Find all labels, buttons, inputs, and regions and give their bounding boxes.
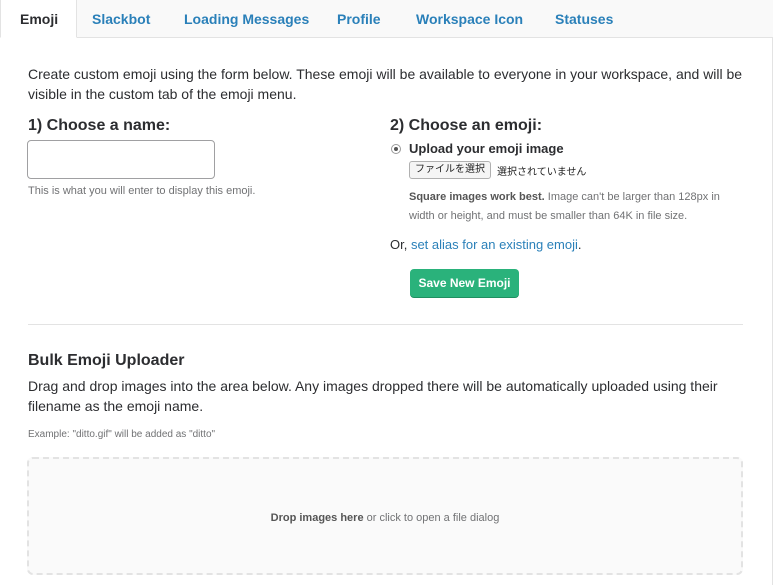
- dropzone-rest: or click to open a file dialog: [363, 512, 500, 524]
- alias-line: Or, set alias for an existing emoji.: [390, 237, 582, 252]
- tab-workspace-icon[interactable]: Workspace Icon: [416, 0, 523, 38]
- upload-radio-label[interactable]: Upload your emoji image: [409, 141, 564, 156]
- set-alias-link[interactable]: set alias for an existing emoji: [411, 237, 578, 252]
- tab-emoji[interactable]: Emoji: [0, 0, 78, 38]
- step1-title: 1) Choose a name:: [28, 117, 171, 134]
- intro-text: Create custom emoji using the form below…: [28, 66, 743, 102]
- bulk-uploader-title: Bulk Emoji Uploader: [28, 352, 185, 369]
- emoji-name-input[interactable]: [27, 140, 215, 179]
- alias-prefix: Or,: [390, 237, 411, 252]
- section-divider: [28, 324, 743, 325]
- tab-profile[interactable]: Profile: [337, 0, 381, 38]
- tab-bar: Emoji Slackbot Loading Messages Profile …: [0, 0, 773, 38]
- image-requirements-note: Square images work best. Image can't be …: [409, 188, 729, 226]
- upload-radio[interactable]: [391, 144, 401, 154]
- alias-suffix: .: [577, 237, 582, 252]
- file-status: 選択されていません: [497, 167, 587, 178]
- choose-file-button[interactable]: ファイルを選択: [409, 161, 491, 179]
- save-new-emoji-button[interactable]: Save New Emoji: [410, 269, 519, 297]
- bulk-uploader-description: Drag and drop images into the area below…: [28, 378, 718, 414]
- step2-title: 2) Choose an emoji:: [390, 117, 543, 134]
- tab-slackbot[interactable]: Slackbot: [92, 0, 150, 38]
- bulk-example: Example: "ditto.gif" will be added as "d…: [28, 429, 216, 440]
- name-hint: This is what you will enter to display t…: [28, 185, 256, 197]
- dropzone-text: Drop images here or click to open a file…: [29, 512, 741, 524]
- tab-loading-messages[interactable]: Loading Messages: [184, 0, 309, 38]
- note-bold: Square images work best.: [409, 191, 545, 203]
- dropzone-bold: Drop images here: [270, 512, 364, 524]
- emoji-dropzone[interactable]: Drop images here or click to open a file…: [27, 457, 743, 575]
- tab-statuses[interactable]: Statuses: [555, 0, 613, 38]
